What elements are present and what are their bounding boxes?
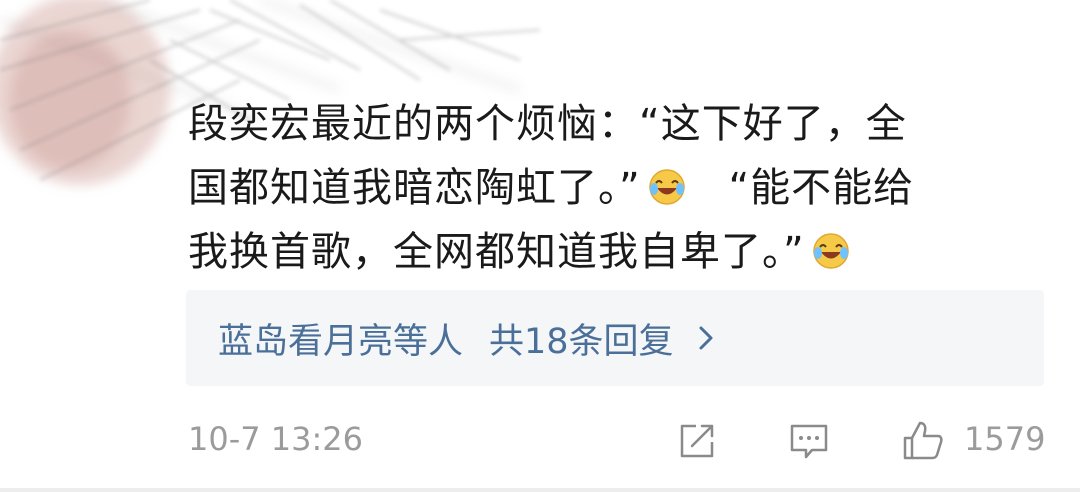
comment-footer: 10-7 13:26 1579 <box>188 416 1048 466</box>
reply-count-label: 共18条回复 <box>489 321 674 362</box>
share-icon[interactable] <box>674 418 720 464</box>
divider <box>0 488 1080 492</box>
thumbs-up-icon[interactable] <box>900 418 946 464</box>
laugh-cry-emoji-icon <box>648 169 685 205</box>
comment-card: 段奕宏最近的两个烦恼：“这下好了，全 国都知道我暗恋陶虹了。” “能不能给 我换… <box>0 0 1080 492</box>
comment-line-1: 段奕宏最近的两个烦恼：“这下好了，全 <box>188 101 907 147</box>
chevron-right-icon <box>699 326 713 350</box>
comment-line-2: 国都知道我暗恋陶虹了。” <box>188 165 641 211</box>
replies-summary-button[interactable]: 蓝岛看月亮等人 共18条回复 <box>186 290 1044 386</box>
comment-body: 段奕宏最近的两个烦恼：“这下好了，全 国都知道我暗恋陶虹了。” “能不能给 我换… <box>188 92 1028 284</box>
comment-line-2b: “能不能给 <box>728 165 915 211</box>
comment-line-3: 我换首歌，全网都知道我自卑了。” <box>188 229 805 275</box>
comment-icon[interactable] <box>786 418 832 464</box>
reply-users-label: 蓝岛看月亮等人 <box>218 321 464 362</box>
like-count: 1579 <box>964 420 1046 458</box>
comment-timestamp: 10-7 13:26 <box>188 420 364 458</box>
laugh-cry-emoji-icon <box>812 233 849 269</box>
